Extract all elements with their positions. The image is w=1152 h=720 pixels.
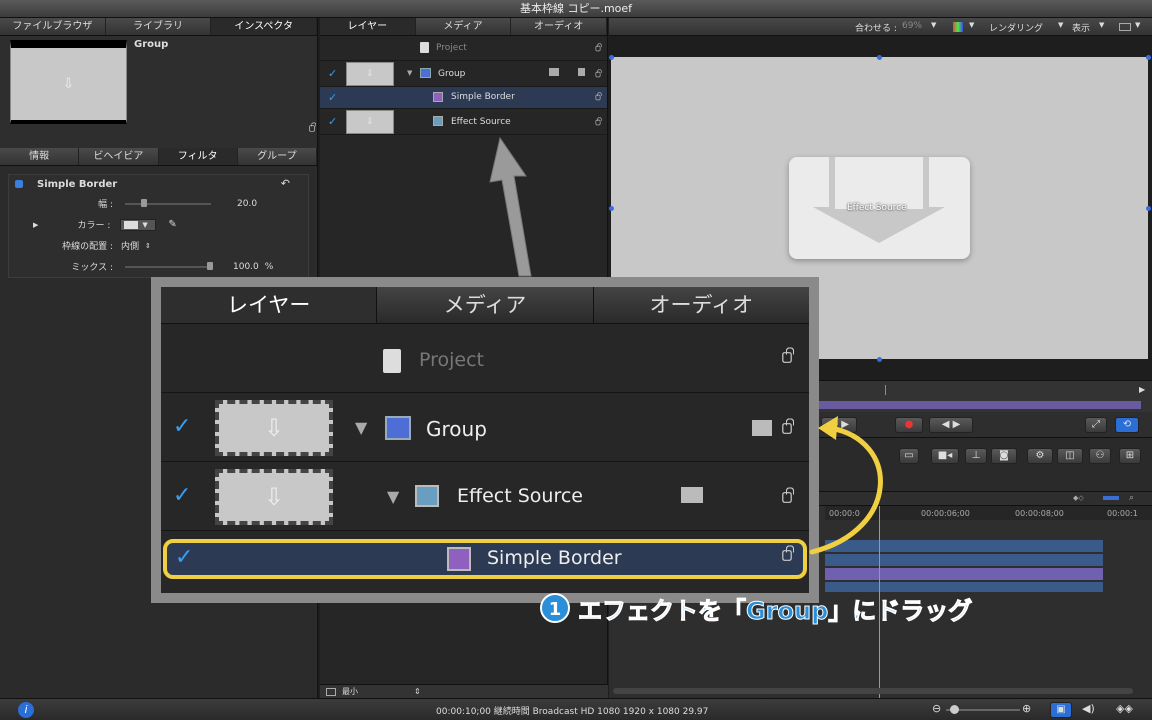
status-bar: i 00:00:10;00 継続時間 Broadcast HD 1080 192… <box>0 698 1152 720</box>
keyframe-icon[interactable]: ◈◈ <box>1116 702 1133 715</box>
info-icon[interactable]: i <box>18 702 34 718</box>
audio-icon[interactable]: ◀) <box>1082 702 1095 715</box>
status-text: 00:00:10;00 継続時間 Broadcast HD 1080 1920 … <box>436 707 709 717</box>
layout-button[interactable]: ▣ <box>1050 702 1072 718</box>
zoom-in-icon[interactable]: ⊕ <box>1022 702 1031 715</box>
annotation-text: エフェクトを「Group」にドラッグ <box>577 596 973 625</box>
annotation-caption: 1 エフェクトを「Group」にドラッグ <box>540 591 973 625</box>
zoom-slider[interactable] <box>946 705 1020 714</box>
zoom-out-icon[interactable]: ⊖ <box>932 702 941 715</box>
step-number-badge: 1 <box>540 593 570 623</box>
